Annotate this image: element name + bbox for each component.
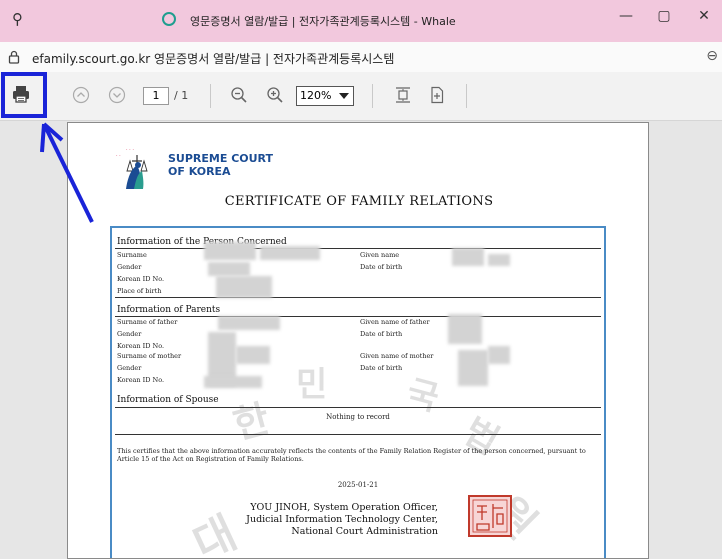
toolbar-divider: [466, 84, 467, 108]
nothing-to-record: Nothing to record: [326, 413, 390, 421]
field-label: Korean ID No.: [117, 376, 165, 384]
divider: [115, 297, 601, 298]
redacted-field: [488, 254, 510, 266]
field-label: Surname of father: [117, 318, 178, 326]
field-label: Surname of mother: [117, 352, 182, 360]
zoom-value: 120%: [300, 89, 332, 102]
divider: [115, 316, 601, 317]
toolbar-divider: [372, 84, 373, 108]
field-label: Given name of father: [360, 318, 430, 326]
zoom-out-icon[interactable]: [228, 84, 250, 106]
field-label: Given name of mother: [360, 352, 434, 360]
address-bar[interactable]: efamily.scourt.go.kr 영문증명서 열람/발급 | 전자가족관…: [0, 42, 722, 73]
svg-text:· · ·: · · ·: [126, 147, 134, 153]
issue-date: 2025-01-21: [337, 481, 379, 489]
redacted-field: [218, 316, 280, 330]
divider: [115, 407, 601, 408]
divider: [115, 248, 601, 249]
certification-statement: This certifies that the above informatio…: [117, 447, 586, 463]
certificate-frame: Information of the Person Concerned Surn…: [110, 226, 606, 558]
certificate-page: 대 한 민 국 법 원 · · · · · SUPREME COURT OF K…: [67, 122, 649, 559]
court-name-line: OF KOREA: [168, 165, 231, 178]
field-label: Korean ID No.: [117, 342, 165, 350]
pdf-toolbar: 1 / 1 120%: [0, 72, 722, 121]
url-text[interactable]: efamily.scourt.go.kr 영문증명서 열람/발급 | 전자가족관…: [32, 50, 394, 67]
redacted-field: [452, 248, 484, 266]
section-title: Information of Parents: [117, 305, 221, 315]
field-label: Date of birth: [360, 364, 403, 372]
redacted-field: [260, 246, 320, 260]
page-total: / 1: [174, 89, 189, 102]
signature-line: National Court Administration: [291, 526, 438, 537]
chevron-down-icon: [339, 93, 349, 99]
redacted-field: [208, 262, 250, 276]
court-name: SUPREME COURT OF KOREA: [168, 152, 273, 178]
section-title: Information of Spouse: [117, 395, 219, 405]
signature-block: YOU JINOH, System Operation Officer, Jud…: [212, 502, 438, 538]
pin-icon[interactable]: ⚲: [12, 10, 23, 28]
lock-icon: [8, 50, 20, 64]
loading-icon: [162, 12, 176, 26]
zoom-select[interactable]: 120%: [296, 86, 354, 106]
window-titlebar: ⚲ 영문증명서 열람/발급 | 전자가족관계등록시스템 - Whale — ▢ …: [0, 0, 722, 42]
zoom-icon[interactable]: ⊖: [706, 48, 718, 64]
redacted-field: [448, 314, 482, 344]
field-label: Gender: [117, 364, 142, 372]
signature-line: YOU JINOH, System Operation Officer,: [250, 502, 438, 513]
signature-line: Judicial Information Technology Center,: [246, 514, 438, 525]
previous-page-icon[interactable]: [70, 84, 92, 106]
field-label: Date of birth: [360, 330, 403, 338]
redacted-field: [204, 242, 256, 260]
redacted-field: [204, 376, 262, 388]
close-button[interactable]: ✕: [692, 8, 716, 24]
window-title: 영문증명서 열람/발급 | 전자가족관계등록시스템 - Whale: [190, 15, 456, 28]
maximize-button[interactable]: ▢: [652, 8, 676, 24]
rotate-page-icon[interactable]: [426, 84, 448, 106]
print-highlight-box: [1, 72, 47, 118]
certificate-title: CERTIFICATE OF FAMILY RELATIONS: [224, 194, 494, 209]
redacted-field: [236, 346, 270, 364]
redacted-field: [216, 276, 272, 298]
redacted-field: [458, 350, 488, 386]
page-number-input[interactable]: 1: [143, 87, 169, 105]
field-label: Date of birth: [360, 263, 403, 271]
field-label: Given name: [360, 251, 400, 259]
toolbar-divider: [210, 84, 211, 108]
divider: [115, 434, 601, 435]
field-label: Surname: [117, 251, 147, 259]
supreme-court-logo-icon: · · · · ·: [116, 147, 148, 189]
fit-page-icon[interactable]: [392, 84, 414, 106]
next-page-icon[interactable]: [106, 84, 128, 106]
zoom-in-icon[interactable]: [264, 84, 286, 106]
minimize-button[interactable]: —: [614, 8, 638, 24]
field-label: Gender: [117, 263, 142, 271]
field-label: Gender: [117, 330, 142, 338]
field-label: Place of birth: [117, 287, 162, 295]
redacted-field: [488, 346, 510, 364]
official-seal-icon: [468, 495, 512, 537]
field-label: Korean ID No.: [117, 275, 165, 283]
court-name-line: SUPREME COURT: [168, 152, 274, 165]
svg-text:· ·: · ·: [116, 153, 121, 159]
